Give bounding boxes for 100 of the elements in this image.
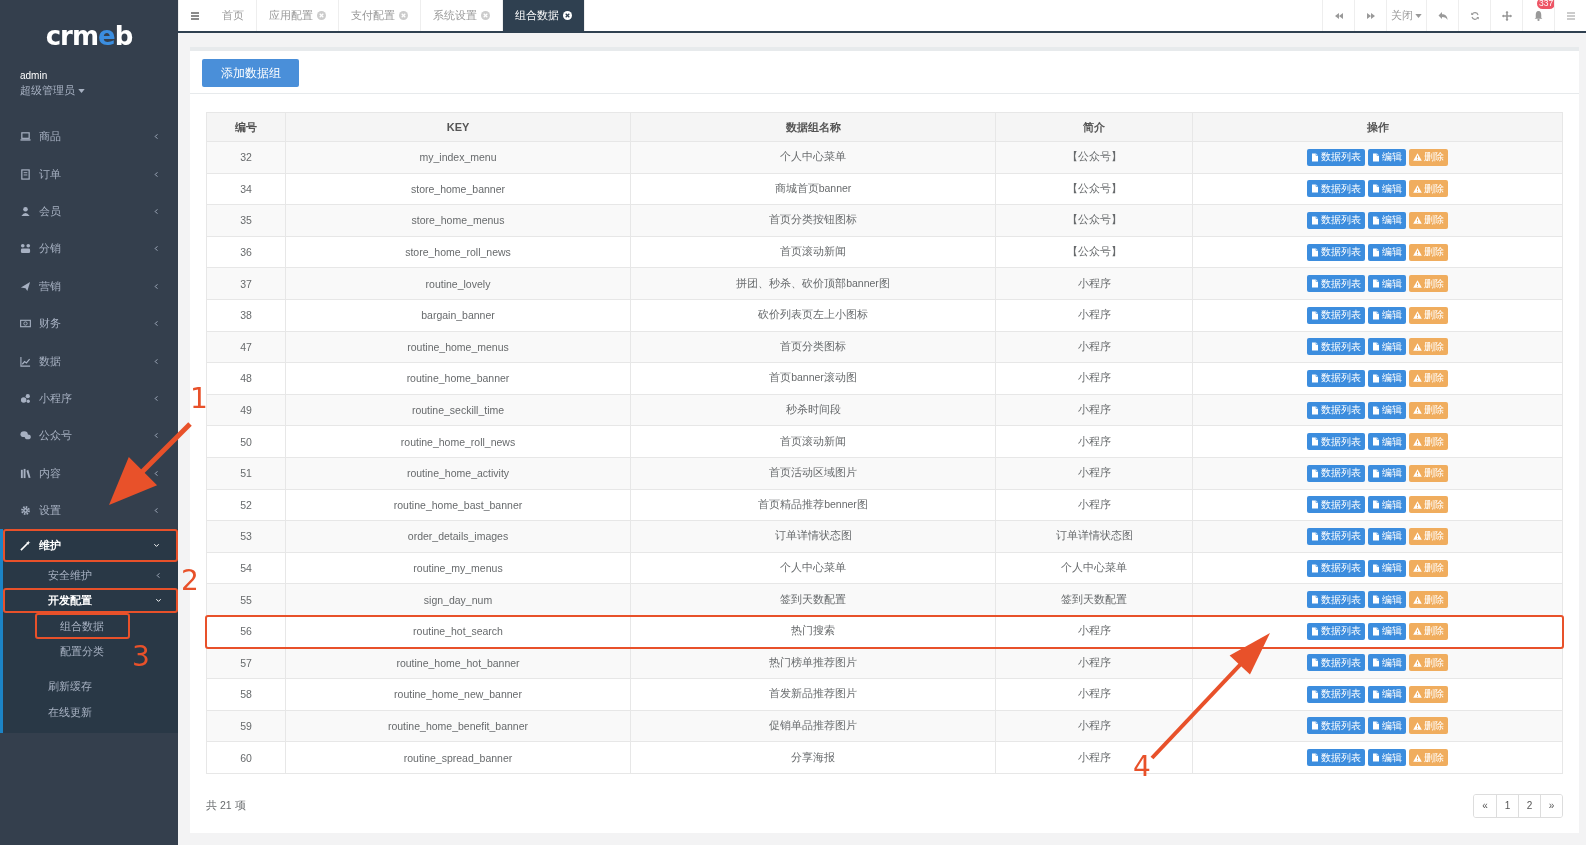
data-list-button[interactable]: 数据列表	[1307, 180, 1365, 198]
data-list-button[interactable]: 数据列表	[1307, 622, 1365, 640]
edit-button[interactable]: 编辑	[1368, 464, 1406, 482]
delete-button[interactable]: 删除	[1409, 464, 1448, 482]
sidebar-item[interactable]: 设置	[0, 491, 178, 530]
data-list-button[interactable]: 数据列表	[1307, 559, 1365, 577]
warning-icon	[1413, 722, 1422, 730]
data-list-button[interactable]: 数据列表	[1307, 401, 1365, 419]
table-cell: 首页banner滚动图	[630, 363, 995, 394]
delete-button[interactable]: 删除	[1409, 148, 1448, 166]
data-list-button[interactable]: 数据列表	[1307, 591, 1365, 609]
edit-button[interactable]: 编辑	[1368, 369, 1406, 387]
delete-button[interactable]: 删除	[1409, 527, 1448, 545]
data-list-button[interactable]: 数据列表	[1307, 527, 1365, 545]
table-cell-text: 50	[239, 434, 253, 450]
add-data-group-button[interactable]: 添加数据组	[202, 59, 299, 87]
edit-button[interactable]: 编辑	[1368, 622, 1406, 640]
edit-button[interactable]: 编辑	[1368, 591, 1406, 609]
delete-button[interactable]: 删除	[1409, 717, 1448, 735]
sidebar-item[interactable]: 数据	[0, 342, 178, 380]
sidebar-item[interactable]: 维护	[3, 529, 178, 563]
delete-button[interactable]: 删除	[1409, 401, 1448, 419]
edit-button[interactable]: 编辑	[1368, 401, 1406, 419]
data-list-button[interactable]: 数据列表	[1307, 306, 1365, 324]
edit-button[interactable]: 编辑	[1368, 212, 1406, 229]
table-cell: 首页滚动新闻	[630, 236, 995, 268]
delete-button[interactable]: 删除	[1409, 212, 1448, 229]
edit-button[interactable]: 编辑	[1368, 717, 1406, 735]
data-list-button[interactable]: 数据列表	[1307, 654, 1365, 672]
data-list-button[interactable]: 数据列表	[1307, 433, 1365, 451]
sidebar-subitem[interactable]: 安全维护	[3, 562, 178, 588]
delete-button[interactable]: 删除	[1409, 622, 1448, 640]
next-page-button[interactable]: »	[1540, 794, 1562, 817]
sidebar-item[interactable]: 财务	[0, 304, 178, 343]
data-list-button[interactable]: 数据列表	[1307, 243, 1365, 261]
delete-button[interactable]: 删除	[1409, 685, 1448, 703]
delete-button[interactable]: 删除	[1409, 433, 1448, 451]
edit-button[interactable]: 编辑	[1368, 527, 1406, 545]
data-list-button[interactable]: 数据列表	[1307, 464, 1365, 482]
delete-button[interactable]: 删除	[1409, 369, 1448, 387]
sidebar-item[interactable]: 商品	[0, 118, 178, 156]
delete-button[interactable]: 删除	[1409, 180, 1448, 198]
delete-button[interactable]: 删除	[1409, 654, 1448, 672]
edit-button[interactable]: 编辑	[1368, 559, 1406, 577]
document-icon	[1372, 216, 1380, 225]
role-dropdown[interactable]: 超级管理员	[20, 83, 85, 98]
delete-button[interactable]: 删除	[1409, 243, 1448, 261]
data-list-button[interactable]: 数据列表	[1307, 369, 1365, 387]
delete-button[interactable]: 删除	[1409, 559, 1448, 577]
data-list-button[interactable]: 数据列表	[1307, 717, 1365, 735]
sidebar-item[interactable]: 营销	[0, 267, 178, 305]
sidebar-item[interactable]: 小程序	[0, 379, 178, 418]
data-list-button[interactable]: 数据列表	[1307, 496, 1365, 514]
data-list-button[interactable]: 数据列表	[1307, 275, 1365, 293]
edit-button[interactable]: 编辑	[1368, 338, 1406, 356]
warning-icon	[1413, 690, 1422, 699]
delete-button[interactable]: 删除	[1409, 306, 1448, 324]
document-icon	[1372, 595, 1380, 605]
edit-button[interactable]: 编辑	[1368, 243, 1406, 261]
edit-button[interactable]: 编辑	[1368, 654, 1406, 672]
data-list-button[interactable]: 数据列表	[1307, 749, 1365, 767]
sidebar-subitem[interactable]: 刷新缓存	[3, 673, 178, 700]
sidebar-item[interactable]: 会员	[0, 192, 178, 231]
edit-button[interactable]: 编辑	[1368, 275, 1406, 293]
line-chart-icon	[20, 355, 31, 367]
page-tab[interactable]: 组合数据	[503, 0, 585, 31]
data-list-button[interactable]: 数据列表	[1307, 148, 1365, 166]
sidebar-subitem[interactable]: 在线更新	[3, 699, 178, 725]
sidebar-item[interactable]: 公众号	[0, 417, 178, 455]
table-cell: 小程序	[995, 268, 1192, 299]
document-icon	[1311, 152, 1319, 162]
edit-button[interactable]: 编辑	[1368, 685, 1406, 703]
delete-button[interactable]: 删除	[1409, 275, 1448, 293]
edit-button[interactable]: 编辑	[1368, 180, 1406, 198]
document-icon	[1311, 626, 1319, 636]
table-cell: 砍价列表页左上小图标	[630, 299, 995, 331]
delete-button[interactable]: 删除	[1409, 591, 1448, 609]
table-cell: store_home_roll_news	[285, 236, 630, 268]
data-list-button[interactable]: 数据列表	[1307, 685, 1365, 703]
close-icon[interactable]	[563, 11, 572, 20]
column-header: 操作	[1192, 113, 1562, 141]
document-icon	[1372, 342, 1380, 352]
data-list-button[interactable]: 数据列表	[1307, 212, 1365, 229]
edit-button[interactable]: 编辑	[1368, 306, 1406, 324]
delete-button[interactable]: 删除	[1409, 496, 1448, 514]
sidebar-item[interactable]: 分销	[0, 230, 178, 268]
edit-button[interactable]: 编辑	[1368, 433, 1406, 451]
sidebar-subitem[interactable]: 开发配置	[3, 587, 178, 614]
sidebar-subitem[interactable]: 配置分类	[35, 639, 130, 665]
edit-button[interactable]: 编辑	[1368, 749, 1406, 767]
edit-button[interactable]: 编辑	[1368, 148, 1406, 166]
warning-icon	[1413, 595, 1422, 604]
sidebar-item[interactable]: 内容	[0, 454, 178, 492]
notifications-button[interactable]: 337	[1522, 0, 1554, 31]
sidebar-item[interactable]: 订单	[0, 155, 178, 193]
sidebar-subitem[interactable]: 组合数据	[35, 613, 130, 640]
delete-button[interactable]: 删除	[1409, 338, 1448, 356]
data-list-button[interactable]: 数据列表	[1307, 338, 1365, 356]
delete-button[interactable]: 删除	[1409, 749, 1448, 767]
edit-button[interactable]: 编辑	[1368, 496, 1406, 514]
